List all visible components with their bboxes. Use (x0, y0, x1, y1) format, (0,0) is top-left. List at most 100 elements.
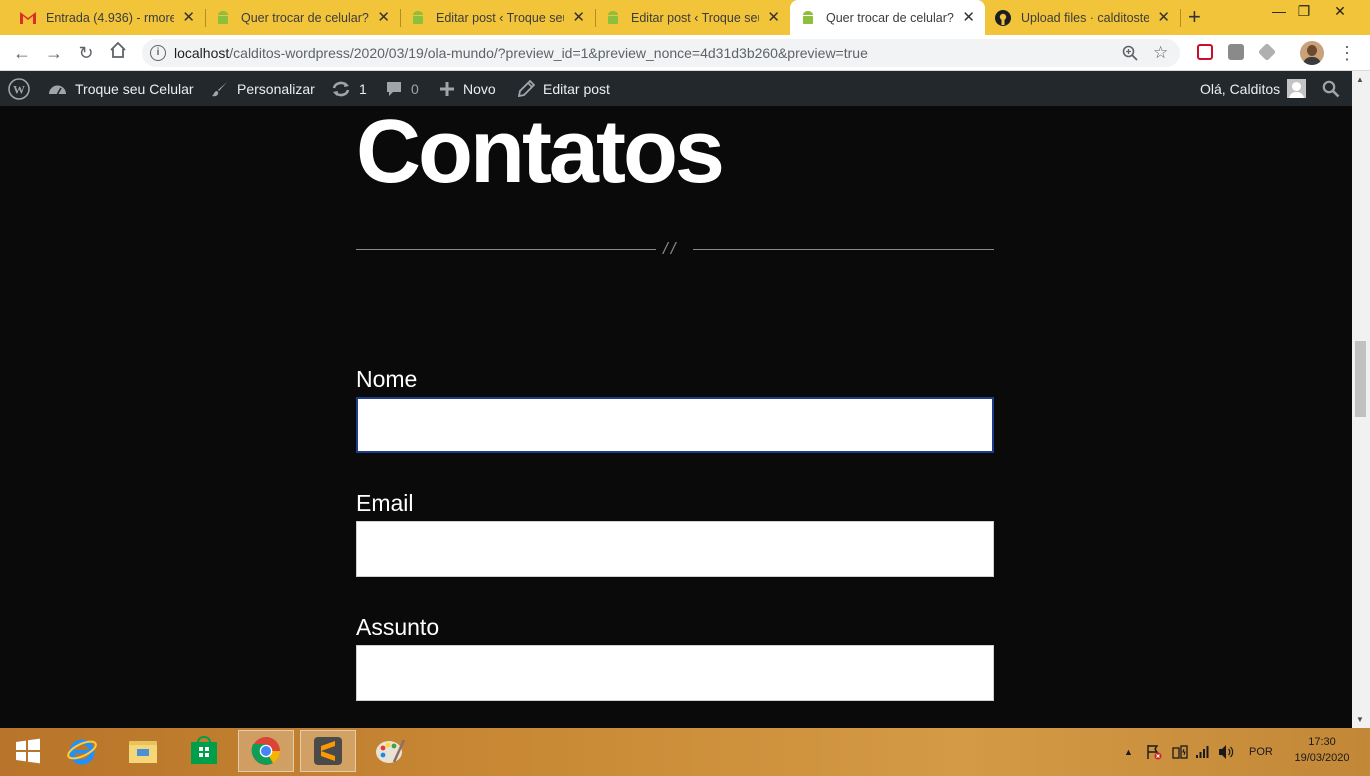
scroll-down-arrow-icon[interactable]: ▼ (1356, 715, 1364, 724)
android-icon (605, 10, 621, 26)
url-text: localhost/calditos-wordpress/2020/03/19/… (174, 45, 868, 61)
tab-title: Editar post ‹ Troque seu (631, 10, 759, 25)
updates-count: 1 (359, 80, 367, 97)
extension-box-icon[interactable] (1257, 42, 1277, 62)
plus-icon (440, 81, 454, 96)
reload-icon[interactable]: ↻ (74, 41, 98, 65)
wordpress-logo-icon[interactable]: W (8, 71, 38, 106)
updates-link[interactable]: 1 (331, 71, 367, 106)
comment-bubble-icon (387, 81, 401, 96)
android-icon (800, 10, 816, 26)
close-tab-icon[interactable]: ✕ (1157, 10, 1170, 25)
page-content: Contatos // Nome Email Assunto (0, 106, 1352, 728)
close-tab-icon[interactable]: ✕ (962, 10, 975, 25)
updates-icon (332, 81, 350, 96)
bookmark-star-icon[interactable]: ☆ (1153, 43, 1168, 63)
tab-github-upload[interactable]: Upload files · calditostec ✕ (985, 0, 1180, 35)
scrollbar-thumb[interactable] (1355, 341, 1366, 417)
customize-label: Personalizar (237, 80, 315, 97)
my-account-link[interactable]: Olá, Calditos (1200, 71, 1307, 106)
subject-label: Assunto (356, 614, 440, 640)
tab-gmail[interactable]: Entrada (4.936) - rmoreir ✕ (10, 0, 205, 35)
user-avatar (1287, 79, 1307, 98)
email-input[interactable] (356, 521, 994, 577)
divider-line-right (693, 249, 994, 250)
home-icon[interactable] (106, 41, 130, 65)
svg-text:W: W (13, 82, 25, 96)
tab-title: Quer trocar de celular? – (826, 10, 954, 25)
name-input[interactable] (356, 397, 994, 453)
tab-title: Editar post ‹ Troque seu (436, 10, 564, 25)
show-hidden-icons-icon[interactable]: ▲ (1124, 728, 1133, 776)
page-scrollbar[interactable]: ▲ ▼ (1352, 71, 1370, 728)
site-name-link[interactable]: Troque seu Celular (48, 71, 194, 106)
divider-mark: // (663, 239, 679, 258)
dashboard-icon (49, 85, 66, 94)
windows-start-icon[interactable] (0, 730, 56, 772)
android-icon (410, 10, 426, 26)
tab-editar-post[interactable]: Editar post ‹ Troque seu ✕ (400, 0, 595, 35)
internet-explorer-icon[interactable] (54, 730, 110, 772)
github-icon (995, 9, 1011, 26)
forward-arrow-icon[interactable]: → (42, 41, 66, 65)
browser-toolbar: ← → ↻ i localhost/calditos-wordpress/202… (0, 35, 1370, 71)
system-clock[interactable]: 17:30 19/03/2020 (1282, 734, 1362, 766)
new-content-label: Novo (463, 80, 496, 97)
file-explorer-icon[interactable] (115, 730, 171, 772)
windows-store-icon[interactable] (176, 730, 232, 772)
windows-taskbar: ▲ POR 17:30 19/03/2020 (0, 728, 1370, 776)
tab-title: Entrada (4.936) - rmoreir (46, 10, 174, 25)
tab-title: Quer trocar de celular? – (241, 10, 369, 25)
search-icon[interactable] (1322, 71, 1348, 106)
zoom-icon[interactable] (1122, 45, 1138, 65)
pocket-extension-icon[interactable] (1197, 44, 1213, 60)
tab-quer-trocar-active[interactable]: Quer trocar de celular? – ✕ (790, 0, 985, 35)
edit-post-link[interactable]: Editar post (518, 71, 610, 106)
comments-link[interactable]: 0 (385, 71, 419, 106)
sublime-text-icon[interactable] (300, 730, 356, 772)
subject-input[interactable] (356, 645, 994, 701)
close-tab-icon[interactable]: ✕ (182, 10, 195, 25)
action-center-flag-icon[interactable] (1146, 728, 1162, 776)
close-window-icon[interactable]: ✕ (1317, 0, 1363, 24)
comments-count: 0 (411, 80, 419, 97)
site-name-label: Troque seu Celular (75, 80, 194, 97)
profile-avatar[interactable] (1300, 41, 1324, 65)
customize-link[interactable]: Personalizar (211, 71, 315, 106)
volume-speaker-icon[interactable] (1218, 728, 1236, 776)
pencil-icon (518, 80, 535, 97)
extension-camera-icon[interactable] (1228, 44, 1244, 60)
new-tab-button[interactable]: + (1188, 4, 1201, 30)
chrome-icon[interactable] (238, 730, 294, 772)
network-signal-icon[interactable] (1195, 728, 1211, 776)
close-tab-icon[interactable]: ✕ (767, 10, 780, 25)
url-host: localhost (174, 45, 230, 61)
site-info-icon[interactable]: i (150, 45, 166, 61)
edit-post-label: Editar post (543, 80, 610, 97)
close-tab-icon[interactable]: ✕ (572, 10, 585, 25)
clock-time: 17:30 (1308, 736, 1336, 748)
divider-line-left (356, 249, 656, 250)
address-bar[interactable]: i localhost/calditos-wordpress/2020/03/1… (142, 39, 1180, 67)
paintbrush-icon (212, 81, 227, 96)
paint-icon[interactable] (362, 730, 418, 772)
tab-editar-post-2[interactable]: Editar post ‹ Troque seu ✕ (595, 0, 790, 35)
tab-separator (1180, 9, 1181, 27)
android-icon (215, 10, 231, 26)
browser-tab-strip: Entrada (4.936) - rmoreir ✕ Quer trocar … (0, 0, 1370, 35)
name-label: Nome (356, 366, 418, 392)
input-language-indicator[interactable]: POR (1249, 728, 1273, 776)
tab-title: Upload files · calditostec (1021, 10, 1149, 25)
tab-quer-trocar[interactable]: Quer trocar de celular? – ✕ (205, 0, 400, 35)
wp-admin-bar: W Troque seu Celular Personalizar 1 0 No… (0, 71, 1370, 106)
greeting-label: Olá, Calditos (1200, 80, 1281, 97)
power-battery-icon[interactable] (1172, 728, 1188, 776)
new-content-link[interactable]: Novo (439, 71, 496, 106)
back-arrow-icon[interactable]: ← (10, 41, 34, 65)
email-label: Email (356, 490, 414, 516)
chrome-menu-icon[interactable]: ⋮ (1338, 41, 1356, 65)
gmail-icon (20, 10, 36, 26)
page-title: Contatos (356, 106, 725, 202)
scroll-up-arrow-icon[interactable]: ▲ (1356, 75, 1364, 84)
close-tab-icon[interactable]: ✕ (377, 10, 390, 25)
